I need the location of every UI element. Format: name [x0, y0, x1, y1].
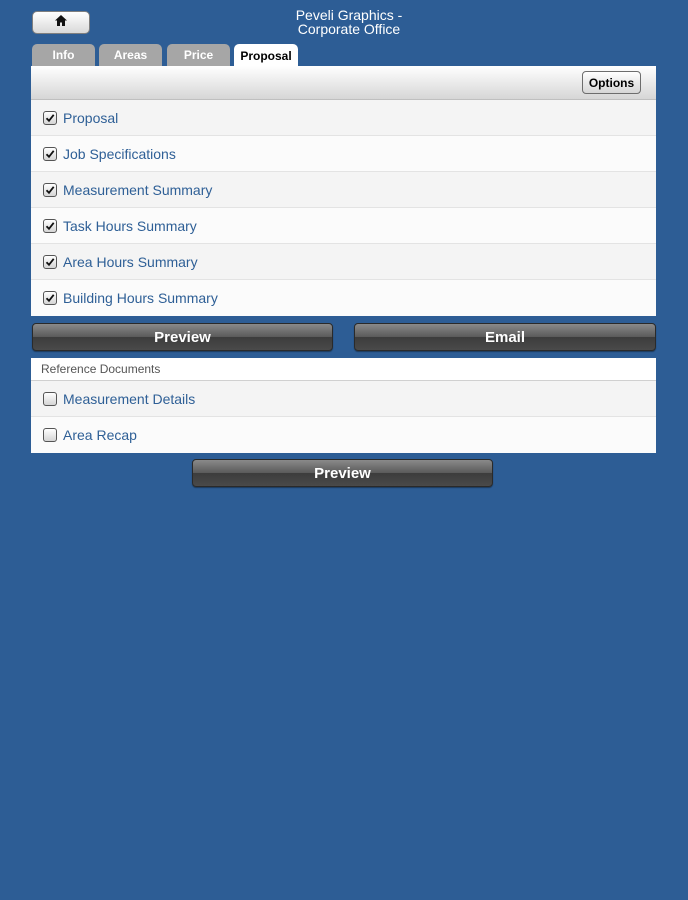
reference-panel: Reference Documents Measurement Details …	[31, 358, 656, 453]
list-item[interactable]: Task Hours Summary	[31, 208, 656, 244]
list-item[interactable]: Job Specifications	[31, 136, 656, 172]
item-label: Measurement Details	[63, 390, 196, 407]
tab-proposal[interactable]: Proposal	[234, 44, 298, 67]
tab-info[interactable]: Info	[32, 44, 95, 66]
home-icon	[54, 14, 68, 32]
item-label: Measurement Summary	[63, 181, 213, 198]
checkmark-icon	[45, 113, 55, 122]
email-button[interactable]: Email	[354, 323, 656, 351]
reference-header: Reference Documents	[31, 358, 656, 381]
checkbox-measurement-summary[interactable]	[43, 182, 57, 197]
tab-price[interactable]: Price	[167, 44, 230, 66]
item-label: Area Hours Summary	[63, 253, 198, 270]
title-line-1: Peveli Graphics -	[295, 7, 403, 23]
title-line-2: Corporate Office	[297, 21, 401, 37]
list-item[interactable]: Measurement Summary	[31, 172, 656, 208]
list-item[interactable]: Area Hours Summary	[31, 244, 656, 280]
list-item[interactable]: Area Recap	[31, 417, 656, 453]
checkmark-icon	[45, 185, 55, 194]
item-label: Job Specifications	[63, 145, 176, 162]
preview-button[interactable]: Preview	[32, 323, 333, 351]
item-label: Proposal	[63, 109, 119, 126]
checkmark-icon	[45, 294, 55, 303]
list-item[interactable]: Building Hours Summary	[31, 280, 656, 316]
home-button[interactable]	[32, 11, 90, 34]
reference-preview-button[interactable]: Preview	[192, 459, 493, 487]
proposal-list: Proposal Job Specifications Measurement …	[31, 100, 656, 316]
proposal-panel: Options Proposal Job Specifications Meas…	[31, 66, 656, 316]
checkmark-icon	[45, 257, 55, 266]
page-title: Peveli Graphics - Corporate Office	[230, 8, 468, 36]
checkmark-icon	[45, 149, 55, 158]
checkbox-job-specifications[interactable]	[43, 146, 57, 161]
checkbox-measurement-details[interactable]	[43, 391, 57, 406]
checkbox-area-hours-summary[interactable]	[43, 254, 57, 269]
tab-areas[interactable]: Areas	[99, 44, 162, 66]
checkbox-proposal[interactable]	[43, 110, 57, 125]
item-label: Area Recap	[63, 427, 137, 443]
item-label: Building Hours Summary	[63, 290, 218, 306]
checkbox-building-hours-summary[interactable]	[43, 291, 57, 305]
options-button[interactable]: Options	[582, 71, 641, 94]
checkbox-area-recap[interactable]	[43, 428, 57, 442]
checkbox-task-hours-summary[interactable]	[43, 218, 57, 233]
proposal-toolbar: Options	[31, 66, 656, 100]
list-item[interactable]: Measurement Details	[31, 381, 656, 417]
list-item[interactable]: Proposal	[31, 100, 656, 136]
item-label: Task Hours Summary	[63, 217, 197, 234]
checkmark-icon	[45, 221, 55, 230]
reference-list: Measurement Details Area Recap	[31, 381, 656, 453]
